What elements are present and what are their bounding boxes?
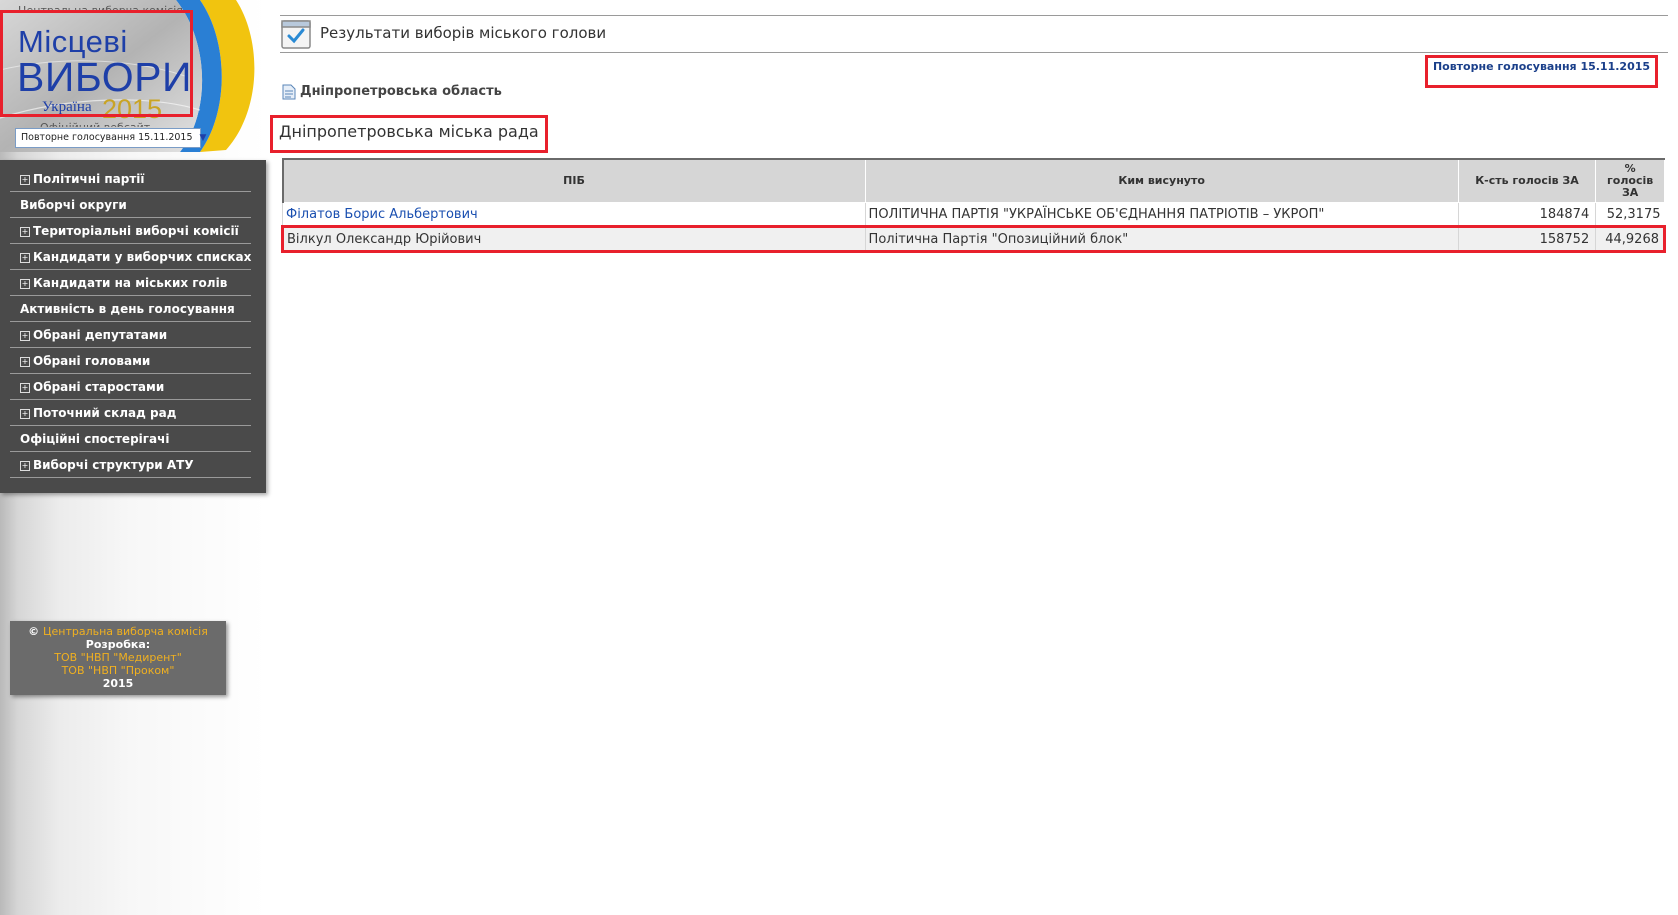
footer-cvk-line: © Центральна виборча комісія <box>10 625 226 638</box>
nav-item-elected-elders[interactable]: + Обрані старостами <box>10 374 251 400</box>
nav-item-label: Виборчі округи <box>20 198 127 212</box>
logo-highlight-frame <box>0 10 193 117</box>
nav-item-voting-activity[interactable]: Активність в день голосування <box>10 296 251 322</box>
table-row: Вілкул Олександр Юрійович Політична Парт… <box>281 225 1666 253</box>
main-content: Результати виборів міського голови Повто… <box>270 0 1668 915</box>
expand-plus-icon: + <box>20 383 30 393</box>
nav-item-mayor-candidates[interactable]: + Кандидати на міських голів <box>10 270 251 296</box>
nav-item-territorial-commissions[interactable]: + Територіальні виборчі комісії <box>10 218 251 244</box>
nav-item-elected-deputies[interactable]: + Обрані депутатами <box>10 322 251 348</box>
footer-year: 2015 <box>102 677 134 690</box>
candidate-percent: 52,3175 <box>1595 202 1665 227</box>
nav-item-label: Обрані депутатами <box>33 328 168 342</box>
nav-item-label: Кандидати на міських голів <box>33 276 228 290</box>
checklist-icon <box>280 18 312 50</box>
candidate-votes: 184874 <box>1457 202 1596 227</box>
table-row: Філатов Борис Альбертович ПОЛІТИЧНА ПАРТ… <box>282 202 1665 227</box>
expand-plus-icon: + <box>20 227 30 237</box>
nav-item-current-councils[interactable]: + Поточний склад рад <box>10 400 251 426</box>
nav-item-label: Активність в день голосування <box>20 302 235 316</box>
round-select-dropdown[interactable]: Повторне голосування 15.11.2015 ▼ <box>15 128 206 148</box>
council-name: Дніпропетровська міська рада <box>270 115 548 153</box>
candidate-party: Політична Партія "Опозиційний блок" <box>864 225 1459 253</box>
candidate-percent: 44,9268 <box>1595 225 1666 253</box>
round-select-value: Повторне голосування 15.11.2015 <box>21 132 193 143</box>
expand-plus-icon: + <box>20 461 30 471</box>
expand-plus-icon: + <box>20 279 30 289</box>
nav-item-label: Офіційні спостерігачі <box>20 432 170 446</box>
expand-plus-icon: + <box>20 175 30 185</box>
candidate-party: ПОЛІТИЧНА ПАРТІЯ "УКРАЇНСЬКЕ ОБ'ЄДНАННЯ … <box>864 202 1459 227</box>
top-divider <box>280 15 1668 16</box>
footer-credits: © Центральна виборча комісія Розробка: Т… <box>10 621 226 695</box>
candidate-name: Вілкул Олександр Юрійович <box>281 225 866 253</box>
page-title: Результати виборів міського голови <box>320 24 607 42</box>
footer-dev2-link[interactable]: ТОВ "НВП "Проком" <box>10 664 226 677</box>
region-name: Дніпропетровська область <box>300 84 502 99</box>
nav-item-elected-heads[interactable]: + Обрані головами <box>10 348 251 374</box>
nav-item-label: Обрані старостами <box>33 380 165 394</box>
candidate-name-link[interactable]: Філатов Борис Альбертович <box>282 202 866 227</box>
col-percent-header: % голосів ЗА <box>1595 158 1665 203</box>
sidebar: Центральна виборча комісія Місцеві ВИБОР… <box>0 0 266 915</box>
nav-item-label: Політичні партії <box>33 172 145 186</box>
footer-cvk-link[interactable]: Центральна виборча комісія <box>43 625 208 638</box>
col-name-header: ПІБ <box>281 158 866 203</box>
expand-plus-icon: + <box>20 357 30 367</box>
nav-item-label: Виборчі структури АТУ <box>33 458 194 472</box>
main-nav: + Політичні партії Виборчі округи + Терито… <box>0 160 266 493</box>
nav-item-political-parties[interactable]: + Політичні партії <box>10 166 251 192</box>
document-icon <box>282 84 296 100</box>
expand-plus-icon: + <box>20 253 30 263</box>
app-window: Центральна виборча комісія Місцеві ВИБОР… <box>0 0 1678 915</box>
candidate-votes: 158752 <box>1457 225 1596 253</box>
dropdown-arrow-icon: ▼ <box>199 133 207 143</box>
round-link[interactable]: Повторне голосування 15.11.2015 <box>1425 55 1658 88</box>
results-table: ПІБ Ким висунуто К-сть голосів ЗА % голо… <box>281 158 1666 253</box>
col-votes-header: К-сть голосів ЗА <box>1457 158 1597 203</box>
nav-item-list-candidates[interactable]: + Кандидати у виборчих списках <box>10 244 251 270</box>
nav-item-atu-structures[interactable]: + Виборчі структури АТУ <box>10 452 251 478</box>
nav-item-label: Обрані головами <box>33 354 151 368</box>
nav-item-label: Кандидати у виборчих списках <box>33 250 252 264</box>
nav-item-label: Територіальні виборчі комісії <box>33 224 239 238</box>
expand-plus-icon: + <box>20 409 30 419</box>
copyright-symbol: © <box>28 625 40 638</box>
nav-item-official-observers[interactable]: Офіційні спостерігачі <box>10 426 251 452</box>
footer-dev1-link[interactable]: ТОВ "НВП "Медирент" <box>10 651 226 664</box>
footer-dev-label: Розробка: <box>85 638 151 651</box>
title-divider <box>280 52 1668 53</box>
table-header-row: ПІБ Ким висунуто К-сть голосів ЗА % голо… <box>281 158 1665 203</box>
col-nominated-header: Ким висунуто <box>864 158 1459 203</box>
nav-item-label: Поточний склад рад <box>33 406 177 420</box>
expand-plus-icon: + <box>20 331 30 341</box>
nav-item-electoral-districts[interactable]: Виборчі округи <box>10 192 251 218</box>
